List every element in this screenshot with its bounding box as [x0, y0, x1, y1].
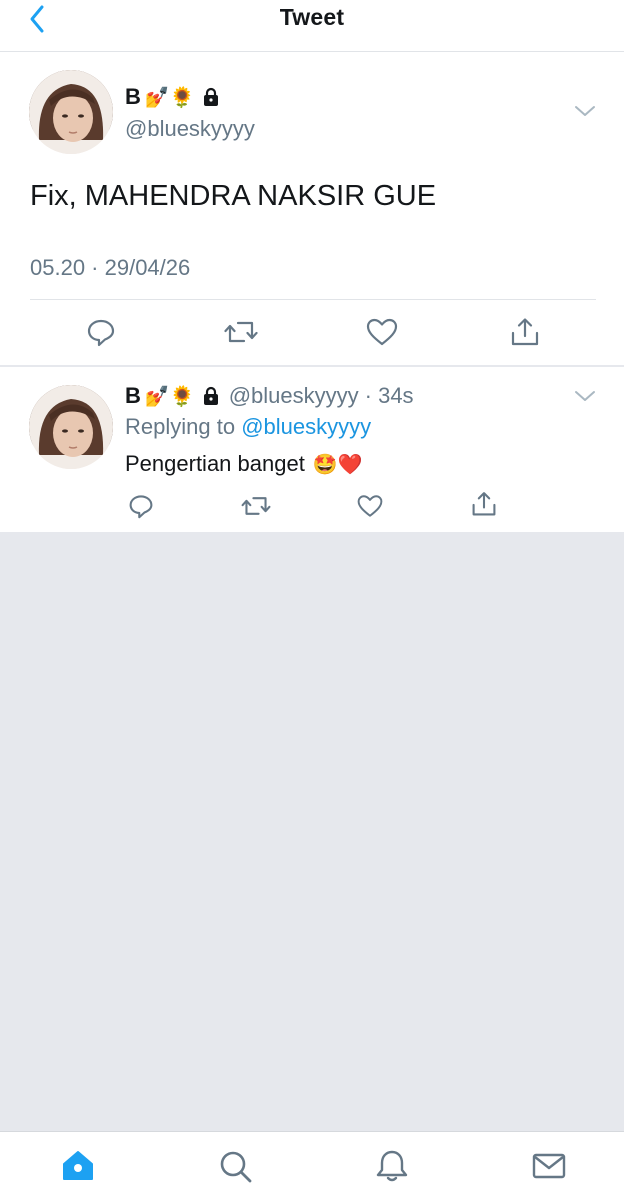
retweet-button[interactable] — [240, 491, 272, 521]
replying-to-label: Replying to — [125, 414, 236, 439]
chevron-down-icon[interactable] — [574, 389, 596, 403]
tweet-text: Pengertian banget — [125, 451, 305, 476]
share-button[interactable] — [508, 315, 542, 349]
avatar-image — [29, 385, 113, 469]
tab-notifications[interactable] — [372, 1146, 412, 1186]
search-icon — [220, 1151, 252, 1183]
tweet-time: · 34s — [364, 383, 414, 408]
retweet-icon — [224, 321, 258, 343]
top-nav-bar: Tweet — [0, 0, 624, 52]
tweet-timestamp: 05.20 · 29/04/26 — [30, 255, 191, 280]
reply-button[interactable] — [126, 491, 156, 521]
like-button[interactable] — [355, 491, 385, 521]
home-icon — [63, 1151, 93, 1180]
name-emojis: 💅🌻 — [144, 384, 195, 408]
display-name-row: B 💅🌻 @blueskyyyy · 34s — [125, 383, 414, 409]
avatar[interactable] — [29, 385, 113, 469]
like-button[interactable] — [365, 315, 399, 349]
empty-timeline-area — [0, 532, 624, 1131]
heart-icon — [366, 318, 398, 346]
bell-icon — [376, 1150, 408, 1182]
lock-icon — [203, 87, 218, 106]
display-name-row: B 💅🌻 — [125, 84, 221, 110]
display-name: B — [125, 383, 141, 408]
heart-icon — [357, 495, 383, 517]
replying-to-handle[interactable]: @blueskyyyy — [241, 414, 371, 439]
share-icon — [472, 492, 496, 516]
username-handle[interactable]: @blueskyyyy — [229, 383, 359, 409]
avatar-image — [29, 70, 113, 154]
reply-icon — [129, 495, 153, 519]
share-button[interactable] — [469, 489, 499, 519]
avatar[interactable] — [29, 70, 113, 154]
name-emojis: 💅🌻 — [144, 85, 195, 109]
username-handle[interactable]: @blueskyyyy — [125, 116, 255, 142]
reply-icon — [87, 319, 115, 347]
retweet-icon — [241, 497, 271, 515]
text-emojis: 🤩❤️ — [312, 452, 363, 476]
share-icon — [511, 318, 539, 346]
reply-text-row: Pengertian banget 🤩❤️ — [125, 451, 363, 477]
tweet-text: Fix, MAHENDRA NAKSIR GUE — [30, 180, 437, 212]
chevron-down-icon[interactable] — [574, 104, 596, 118]
page-title: Tweet — [279, 4, 345, 30]
reply-tweet[interactable]: B 💅🌻 @blueskyyyy · 34s Replying to @blue… — [0, 367, 624, 532]
reply-button[interactable] — [84, 315, 118, 349]
tab-search[interactable] — [215, 1146, 255, 1186]
mail-icon — [532, 1153, 566, 1179]
tab-messages[interactable] — [529, 1146, 569, 1186]
replying-to: Replying to @blueskyyyy — [125, 414, 371, 440]
bottom-tab-bar — [0, 1131, 624, 1201]
main-tweet: B 💅🌻 @blueskyyyy Fix, MAHENDRA NAKSIR GU… — [0, 52, 624, 365]
divider — [30, 299, 596, 300]
display-name: B — [125, 84, 141, 109]
retweet-button[interactable] — [222, 315, 260, 349]
lock-icon — [203, 386, 218, 405]
tab-home[interactable] — [58, 1146, 98, 1186]
